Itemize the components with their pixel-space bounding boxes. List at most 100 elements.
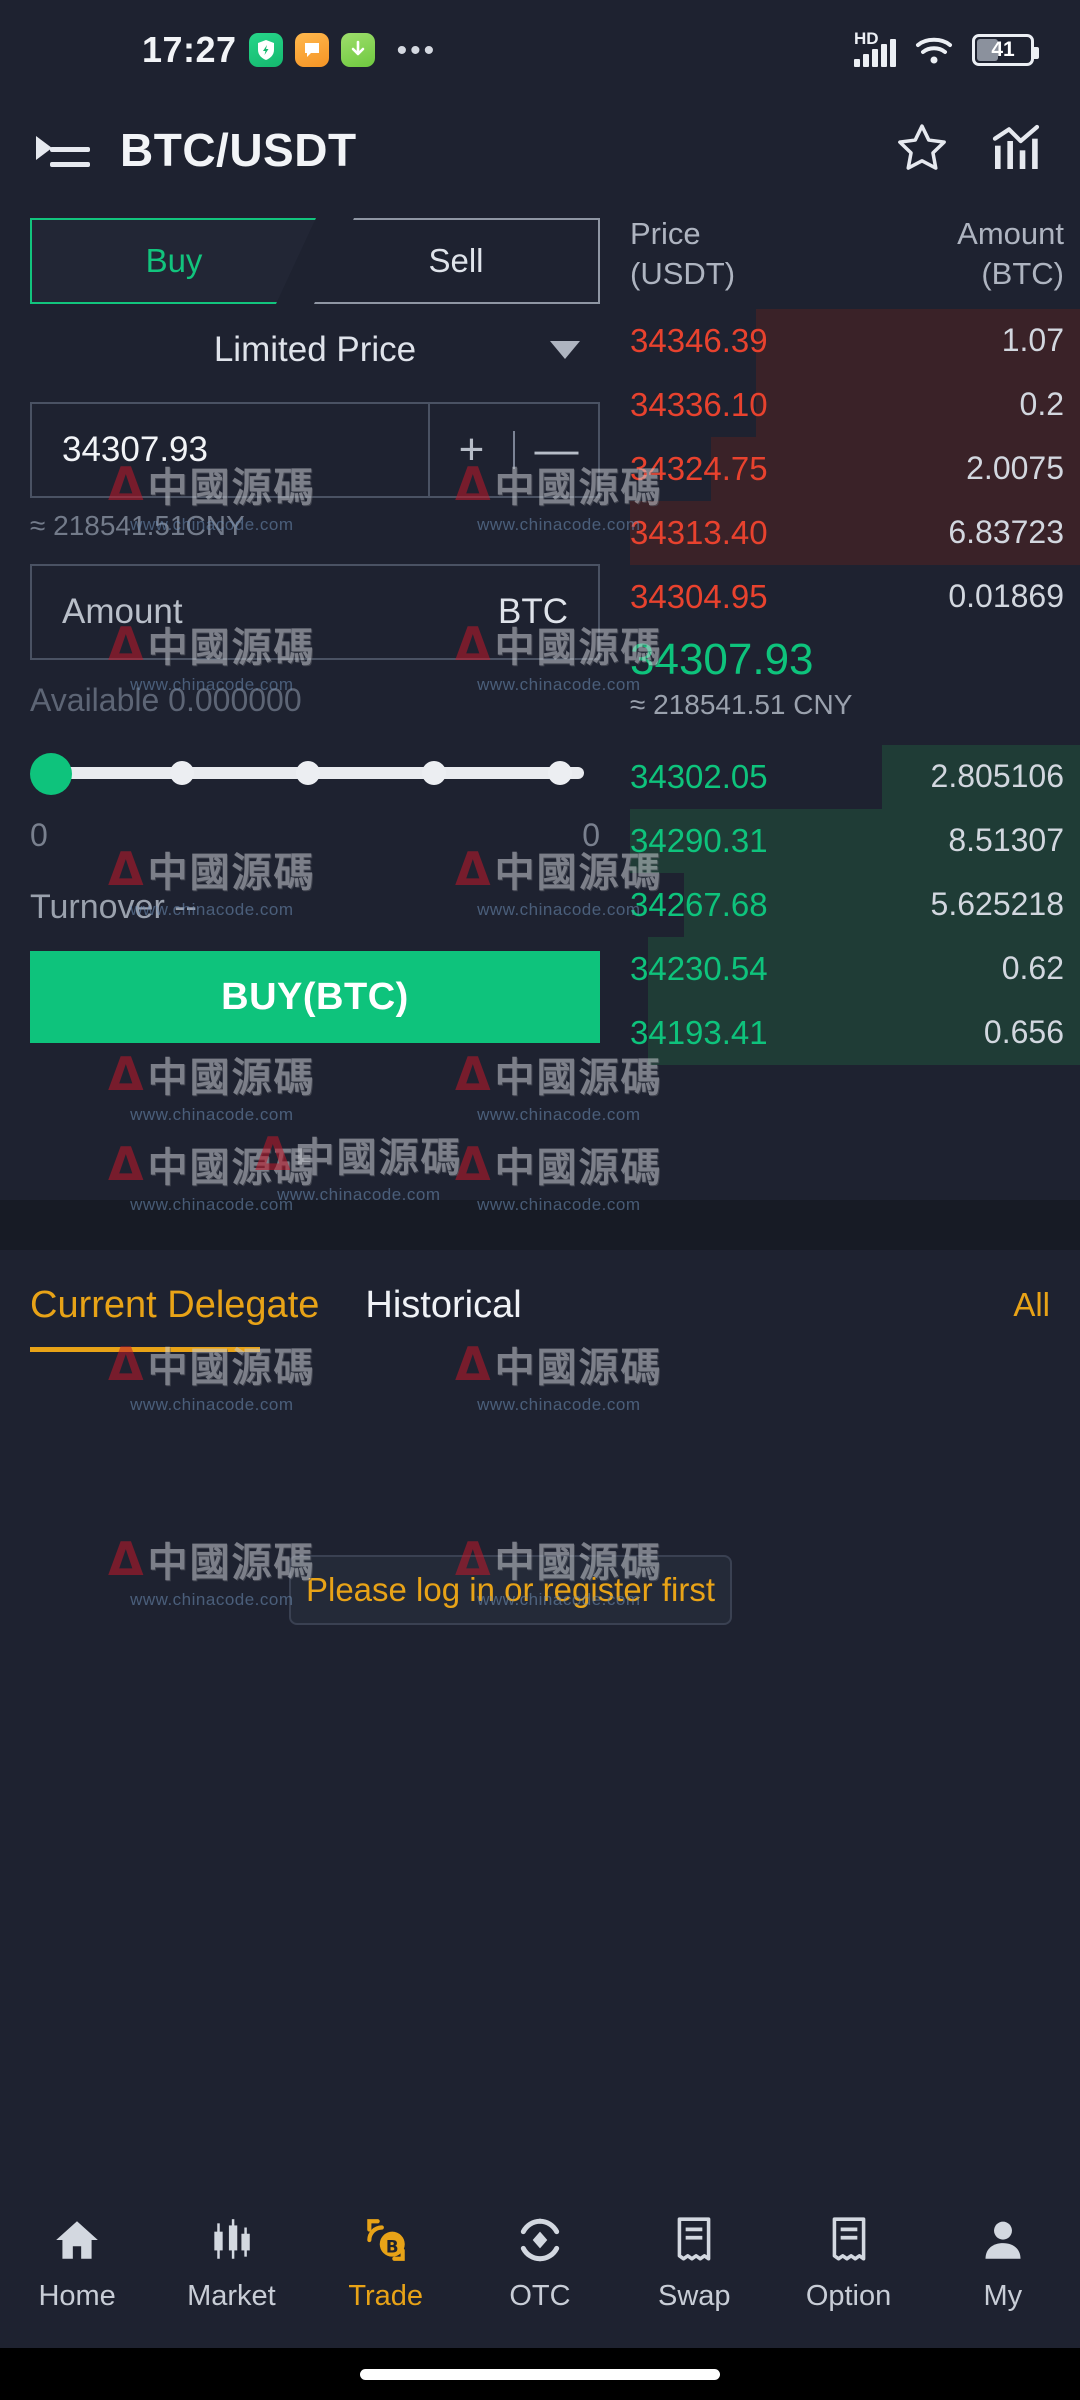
ask-row[interactable]: 34304.950.01869 [630,565,1080,629]
bid-row[interactable]: 34302.052.805106 [630,745,1080,809]
order-amount: 0.2 [1020,386,1064,423]
order-book: Price (USDT) Amount (BTC) 34346.391.0734… [630,200,1080,1200]
status-time: 17:27 [142,29,237,71]
nav-item-trade[interactable]: B Trade [309,2214,463,2313]
price-value: 34307.93 [62,430,208,470]
amount-slider[interactable] [30,753,600,793]
order-amount: 6.83723 [948,514,1064,551]
order-amount: 2.805106 [931,758,1064,795]
amount-input[interactable]: Amount BTC [30,564,600,660]
page-title: BTC/USDT [120,123,357,177]
bid-row[interactable]: 34193.41 0.656 [630,1001,1080,1065]
nav-item-otc[interactable]: OTC [463,2214,617,2313]
order-book-amount-header: Amount (BTC) [957,214,1064,295]
network-type-label: HD [854,29,879,49]
bid-row[interactable]: 34290.31 8.51307 [630,809,1080,873]
ask-row[interactable]: 34346.39 1.07 [630,309,1080,373]
nav-label-my: My [983,2280,1022,2313]
buy-sell-tabs: Buy Sell [30,218,600,304]
battery-level: 41 [991,38,1014,62]
order-price: 34304.95 [630,578,768,616]
download-icon [341,33,375,67]
order-price: 34290.31 [630,822,768,860]
amount-unit-label: BTC [498,592,568,632]
price-approx-cny: ≈ 218541.51CNY [30,510,600,542]
home-icon [51,2214,103,2266]
menu-collapse-icon[interactable] [36,128,90,172]
last-price: 34307.93 [630,635,1080,685]
receipt-icon [823,2214,875,2266]
price-decrease-button[interactable]: — [515,425,598,475]
available-balance: Available 0.000000 [30,682,600,719]
bid-row[interactable]: 34230.54 0.62 [630,937,1080,1001]
tab-current-delegate[interactable]: Current Delegate [30,1284,319,1327]
kline-chart-icon[interactable] [988,120,1044,181]
nav-item-my[interactable]: My [926,2214,1080,2313]
bottom-navigation: Home Market B Trade [0,2178,1080,2348]
chat-icon [295,33,329,67]
slider-range-labels: 0 0 [30,817,600,854]
order-price: 34346.39 [630,322,768,360]
delegate-tabs: Current Delegate Historical All [0,1250,1080,1360]
login-notice[interactable]: Please log in or register first [289,1555,732,1625]
nav-label-trade: Trade [348,2280,423,2313]
status-bar-left: 17:27 ••• [142,29,437,71]
app-header: BTC/USDT [0,100,1080,200]
shield-icon [249,33,283,67]
nav-label-swap: Swap [658,2280,731,2313]
order-book-price-header: Price (USDT) [630,214,735,295]
svg-text:B: B [386,2237,399,2256]
order-type-selector[interactable]: Limited Price [30,304,600,396]
nav-label-otc: OTC [509,2280,570,2313]
ask-row[interactable]: 34313.406.83723 [630,501,1080,565]
app-screen: 17:27 ••• HD [0,0,1080,2400]
tab-sell[interactable]: Sell [314,218,600,304]
wifi-icon [914,34,954,66]
slider-thumb[interactable] [30,753,72,795]
nav-item-option[interactable]: Option [771,2214,925,2313]
slider-stop-25[interactable] [170,761,194,785]
app-header-actions [894,120,1044,181]
nav-label-home: Home [38,2280,115,2313]
home-indicator[interactable] [360,2369,720,2380]
bid-row[interactable]: 34267.685.625218 [630,873,1080,937]
ask-row[interactable]: 34336.100.2 [630,373,1080,437]
swap-coin-icon: B [360,2214,412,2266]
slider-max-label: 0 [582,817,600,854]
delegate-filter-all[interactable]: All [1013,1286,1050,1324]
slider-min-label: 0 [30,817,48,854]
nav-label-option: Option [806,2280,891,2313]
section-divider [0,1200,1080,1250]
order-price: 34193.41 [630,1014,768,1052]
otc-ring-icon [514,2214,566,2266]
star-icon[interactable] [894,120,950,181]
price-input[interactable]: 34307.93 [30,402,430,498]
submit-buy-button[interactable]: BUY(BTC) [30,951,600,1043]
amount-placeholder: Amount [62,592,183,632]
nav-item-market[interactable]: Market [154,2214,308,2313]
order-amount: 2.0075 [966,450,1064,487]
candles-icon [205,2214,257,2266]
order-amount: 8.51307 [948,822,1064,859]
order-amount: 0.656 [984,1014,1064,1051]
order-form: Buy Sell Limited Price 34307.93 + — ≈ 21… [0,200,630,1200]
tab-buy[interactable]: Buy [30,218,316,304]
last-price-cny: ≈ 218541.51 CNY [630,689,1080,721]
slider-stop-50[interactable] [296,761,320,785]
order-amount: 1.07 [1002,322,1064,359]
gesture-area [0,2348,1080,2400]
ask-row[interactable]: 34324.752.0075 [630,437,1080,501]
tab-historical[interactable]: Historical [365,1284,521,1327]
price-increase-button[interactable]: + [430,425,513,475]
receipt-icon [668,2214,720,2266]
slider-stop-75[interactable] [422,761,446,785]
price-input-row: 34307.93 + — [30,402,600,498]
status-bar: 17:27 ••• HD [0,0,1080,100]
user-icon [977,2214,1029,2266]
order-amount: 0.62 [1002,950,1064,987]
price-stepper: + — [430,402,600,498]
nav-item-home[interactable]: Home [0,2214,154,2313]
order-price: 34230.54 [630,950,768,988]
slider-stop-100[interactable] [548,761,572,785]
nav-item-swap[interactable]: Swap [617,2214,771,2313]
